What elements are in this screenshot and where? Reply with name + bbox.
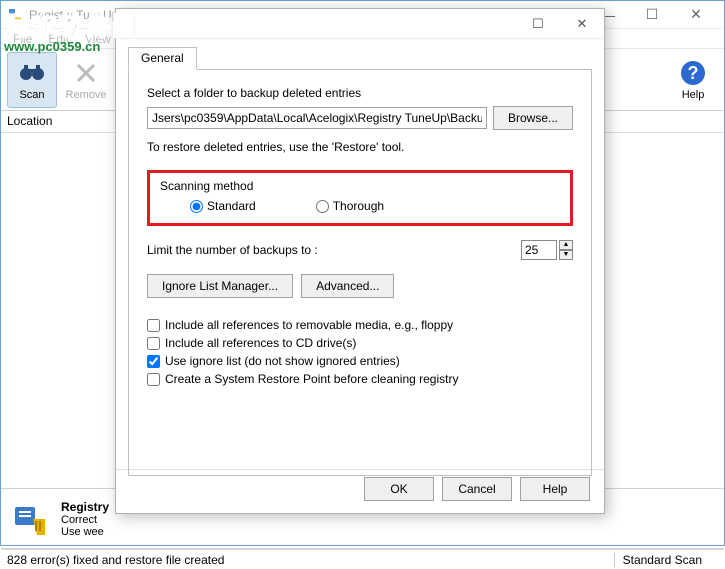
- help-button[interactable]: ? Help: [668, 52, 718, 108]
- scanning-method-group: Scanning method Standard Thorough: [147, 170, 573, 226]
- backup-path-input[interactable]: [147, 107, 487, 129]
- spinner-up-icon[interactable]: ▲: [559, 240, 573, 250]
- checkbox-cd-drives[interactable]: Include all references to CD drive(s): [147, 336, 573, 350]
- ok-button[interactable]: OK: [364, 477, 434, 501]
- tab-strip: General: [128, 47, 592, 70]
- checkbox-restore-point[interactable]: Create a System Restore Point before cle…: [147, 372, 573, 386]
- limit-label: Limit the number of backups to :: [147, 243, 521, 257]
- registry-icon: [11, 499, 51, 539]
- checkbox-restore-point-label: Create a System Restore Point before cle…: [165, 372, 458, 386]
- remove-button: Remove: [61, 52, 111, 108]
- cancel-button[interactable]: Cancel: [442, 477, 512, 501]
- help-icon: ?: [679, 59, 707, 87]
- status-message: 828 error(s) fixed and restore file crea…: [7, 553, 614, 567]
- radio-thorough-input[interactable]: [316, 200, 329, 213]
- backup-limit-input[interactable]: [521, 240, 557, 260]
- checkbox-use-ignore-list[interactable]: Use ignore list (do not show ignored ent…: [147, 354, 573, 368]
- dialog-body: General Select a folder to backup delete…: [116, 39, 604, 469]
- maximize-button[interactable]: ☐: [630, 2, 674, 28]
- info-title: Registry: [61, 500, 109, 514]
- remove-label: Remove: [66, 89, 107, 101]
- restore-hint: To restore deleted entries, use the 'Res…: [147, 140, 573, 154]
- radio-thorough[interactable]: Thorough: [316, 199, 384, 213]
- radio-standard-label: Standard: [207, 199, 256, 213]
- radio-standard[interactable]: Standard: [190, 199, 256, 213]
- checkbox-removable-media-input[interactable]: [147, 319, 160, 332]
- checkbox-removable-media-label: Include all references to removable medi…: [165, 318, 453, 332]
- scan-button[interactable]: Scan: [7, 52, 57, 108]
- tab-content: Select a folder to backup deleted entrie…: [128, 70, 592, 476]
- status-bar: 828 error(s) fixed and restore file crea…: [1, 549, 724, 569]
- checkbox-cd-drives-label: Include all references to CD drive(s): [165, 336, 356, 350]
- scanning-method-title: Scanning method: [160, 179, 560, 193]
- menu-edit[interactable]: Edit: [40, 30, 77, 48]
- radio-thorough-label: Thorough: [333, 199, 384, 213]
- scan-label: Scan: [19, 89, 44, 101]
- info-text: Registry Correct Use wee: [61, 500, 109, 538]
- advanced-button[interactable]: Advanced...: [301, 274, 394, 298]
- left-column: Location: [1, 111, 121, 488]
- menu-file[interactable]: File: [5, 30, 40, 48]
- column-header-location[interactable]: Location: [1, 111, 120, 133]
- checkbox-cd-drives-input[interactable]: [147, 337, 160, 350]
- info-line2: Correct: [61, 514, 109, 526]
- app-icon: [7, 7, 23, 23]
- backup-limit-spinner[interactable]: ▲ ▼: [521, 240, 573, 260]
- ignore-list-manager-button[interactable]: Ignore List Manager...: [147, 274, 293, 298]
- checkbox-use-ignore-list-input[interactable]: [147, 355, 160, 368]
- close-button[interactable]: ✕: [674, 2, 718, 28]
- dialog-title-bar: ☐ ✕: [116, 9, 604, 39]
- dialog-close-button[interactable]: ✕: [560, 10, 604, 38]
- options-dialog: ☐ ✕ General Select a folder to backup de…: [115, 8, 605, 514]
- tab-general[interactable]: General: [128, 47, 197, 70]
- binoculars-icon: [18, 59, 46, 87]
- checkbox-restore-point-input[interactable]: [147, 373, 160, 386]
- dialog-maximize-button[interactable]: ☐: [516, 10, 560, 38]
- browse-button[interactable]: Browse...: [493, 106, 573, 130]
- backup-folder-label: Select a folder to backup deleted entrie…: [147, 86, 573, 100]
- radio-standard-input[interactable]: [190, 200, 203, 213]
- status-mode: Standard Scan: [614, 553, 718, 567]
- dialog-help-button[interactable]: Help: [520, 477, 590, 501]
- menu-view[interactable]: View: [77, 30, 119, 48]
- checkbox-removable-media[interactable]: Include all references to removable medi…: [147, 318, 573, 332]
- info-line3: Use wee: [61, 526, 109, 538]
- svg-text:?: ?: [688, 63, 699, 83]
- checkbox-use-ignore-list-label: Use ignore list (do not show ignored ent…: [165, 354, 400, 368]
- spinner-down-icon[interactable]: ▼: [559, 250, 573, 260]
- help-label: Help: [682, 89, 705, 101]
- remove-icon: [72, 59, 100, 87]
